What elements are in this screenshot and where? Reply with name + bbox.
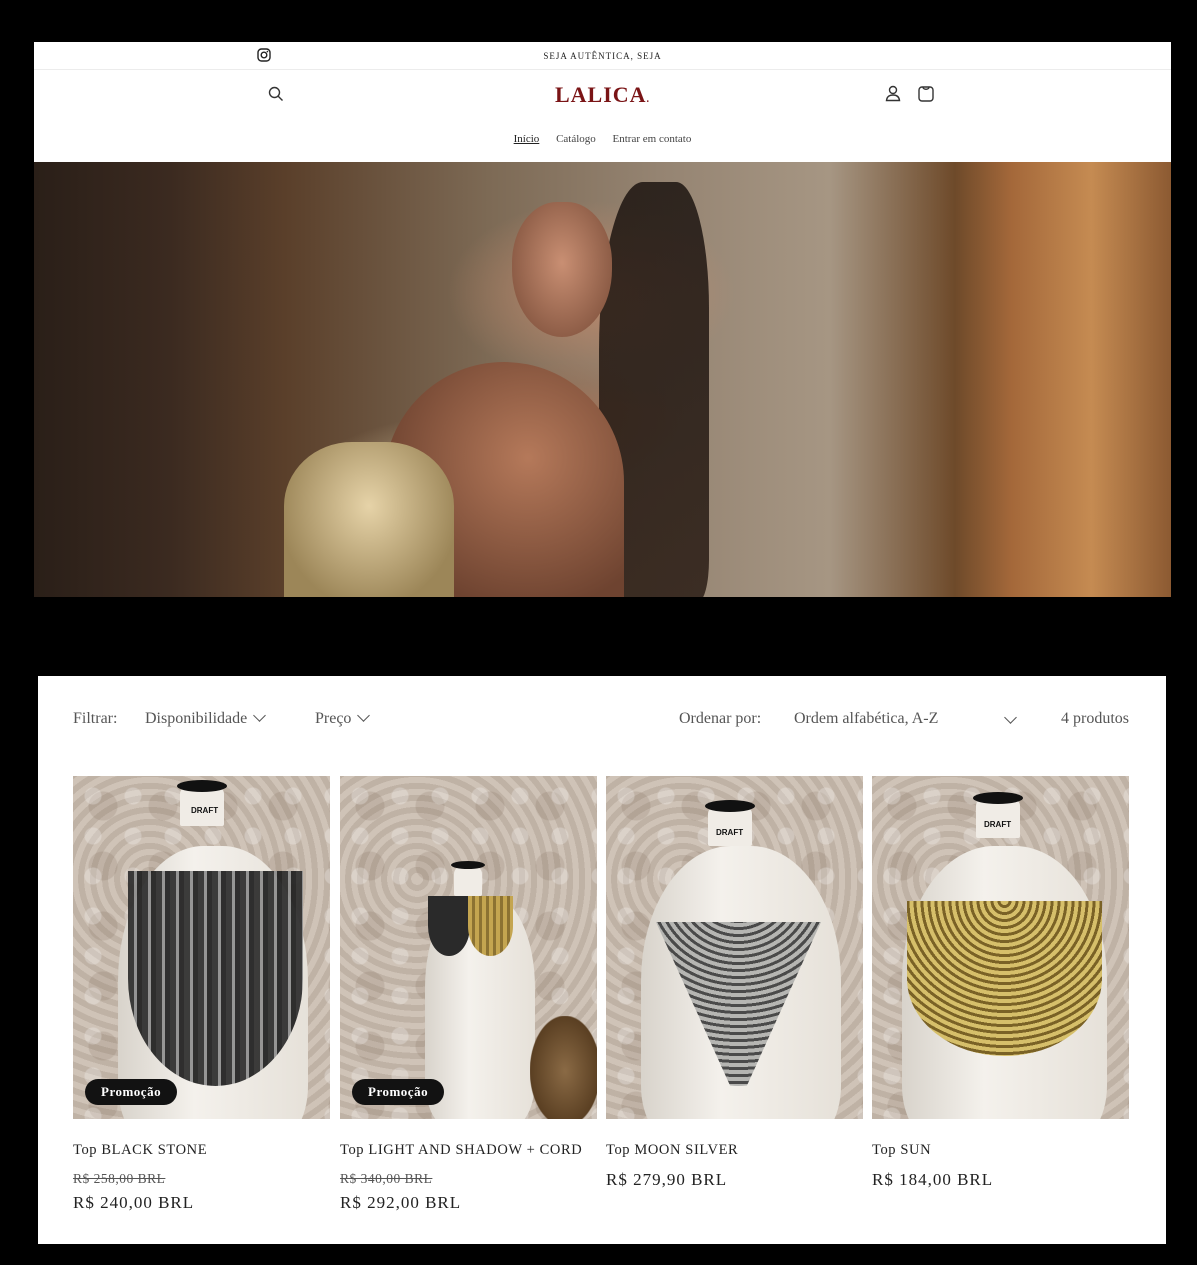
product-chain-top [907,901,1102,1056]
filter-label: Filtrar: [73,710,118,727]
product-card[interactable]: DRAFT Top SUN R$ 184,00 BRL [872,776,1129,1190]
draft-tag: DRAFT [716,828,744,837]
product-price: R$ 240,00 BRL [73,1193,195,1212]
product-price: R$ 279,90 BRL [606,1170,728,1189]
product-title[interactable]: Top BLACK STONE [73,1142,330,1159]
hero-image-top [284,442,454,597]
product-chain-left [428,896,470,956]
homepage-screenshot: SEJA AUTÊNTICA, SEJA LALICA. Início Catá… [8,8,1197,633]
site-header: LALICA. Início Catálogo Entrar em contat… [34,70,1171,162]
mannequin-cap [451,861,485,869]
product-title[interactable]: Top SUN [872,1142,1129,1159]
mannequin-neck [976,798,1020,838]
filter-price[interactable]: Preço [315,709,371,728]
mannequin-cap [705,800,755,812]
filter-price-label: Preço [315,710,352,727]
nav-item-catalogo[interactable]: Catálogo [556,133,596,145]
dried-flowers-decor [530,1016,597,1119]
hero-banner[interactable] [34,162,1171,597]
product-price: R$ 292,00 BRL [340,1193,462,1212]
product-image[interactable]: Promoção [340,776,597,1119]
compare-price: R$ 340,00 BRL [340,1171,433,1186]
product-image[interactable]: DRAFT [872,776,1129,1119]
sort-select[interactable]: Ordem alfabética, A-Z [794,710,938,728]
product-title[interactable]: Top LIGHT AND SHADOW + CORD [340,1142,597,1159]
product-price: R$ 184,00 BRL [872,1170,994,1189]
filter-bar: Filtrar: Disponibilidade Preço Ordenar p… [73,708,1129,732]
chevron-down-icon [253,709,267,722]
mannequin-cap [973,792,1023,804]
product-count: 4 produtos [1061,710,1129,727]
announcement-bar: SEJA AUTÊNTICA, SEJA [34,42,1171,70]
collection-page: Filtrar: Disponibilidade Preço Ordenar p… [38,676,1166,1244]
product-image[interactable]: DRAFT Promoção [73,776,330,1119]
mannequin-cap [177,780,227,792]
product-grid: DRAFT Promoção Top BLACK STONE R$ 258,00… [73,776,1129,1226]
sale-badge: Promoção [85,1079,178,1105]
draft-tag: DRAFT [191,806,219,815]
compare-price: R$ 258,00 BRL [73,1171,166,1186]
hero-image-face [512,202,612,337]
product-chain-right [468,896,513,956]
product-card[interactable]: DRAFT Top MOON SILVER R$ 279,90 BRL [606,776,863,1190]
nav-item-contato[interactable]: Entrar em contato [613,133,692,145]
product-card[interactable]: Promoção Top LIGHT AND SHADOW + CORD R$ … [340,776,597,1213]
chevron-down-icon[interactable] [1004,711,1017,724]
sale-badge: Promoção [352,1079,445,1105]
product-chain-top [128,871,303,1086]
product-card[interactable]: DRAFT Promoção Top BLACK STONE R$ 258,00… [73,776,330,1213]
storefront-home: SEJA AUTÊNTICA, SEJA LALICA. Início Catá… [34,42,1171,597]
product-title[interactable]: Top MOON SILVER [606,1142,863,1159]
nav-item-inicio[interactable]: Início [514,133,540,145]
cart-icon[interactable] [917,83,935,103]
mannequin-neck [454,866,482,896]
sort-label: Ordenar por: [679,710,762,727]
mannequin-neck [708,806,752,846]
filter-availability[interactable]: Disponibilidade [145,709,267,728]
brand-logo[interactable]: LALICA. [34,82,1171,108]
draft-tag: DRAFT [984,820,1012,829]
product-image[interactable]: DRAFT [606,776,863,1119]
main-nav: Início Catálogo Entrar em contato [34,133,1171,145]
announcement-text: SEJA AUTÊNTICA, SEJA [543,50,662,61]
chevron-down-icon [357,709,371,722]
account-icon[interactable] [884,84,902,102]
instagram-icon[interactable] [257,48,271,62]
filter-availability-label: Disponibilidade [145,710,248,727]
collection-screenshot: Filtrar: Disponibilidade Preço Ordenar p… [8,645,1197,1265]
